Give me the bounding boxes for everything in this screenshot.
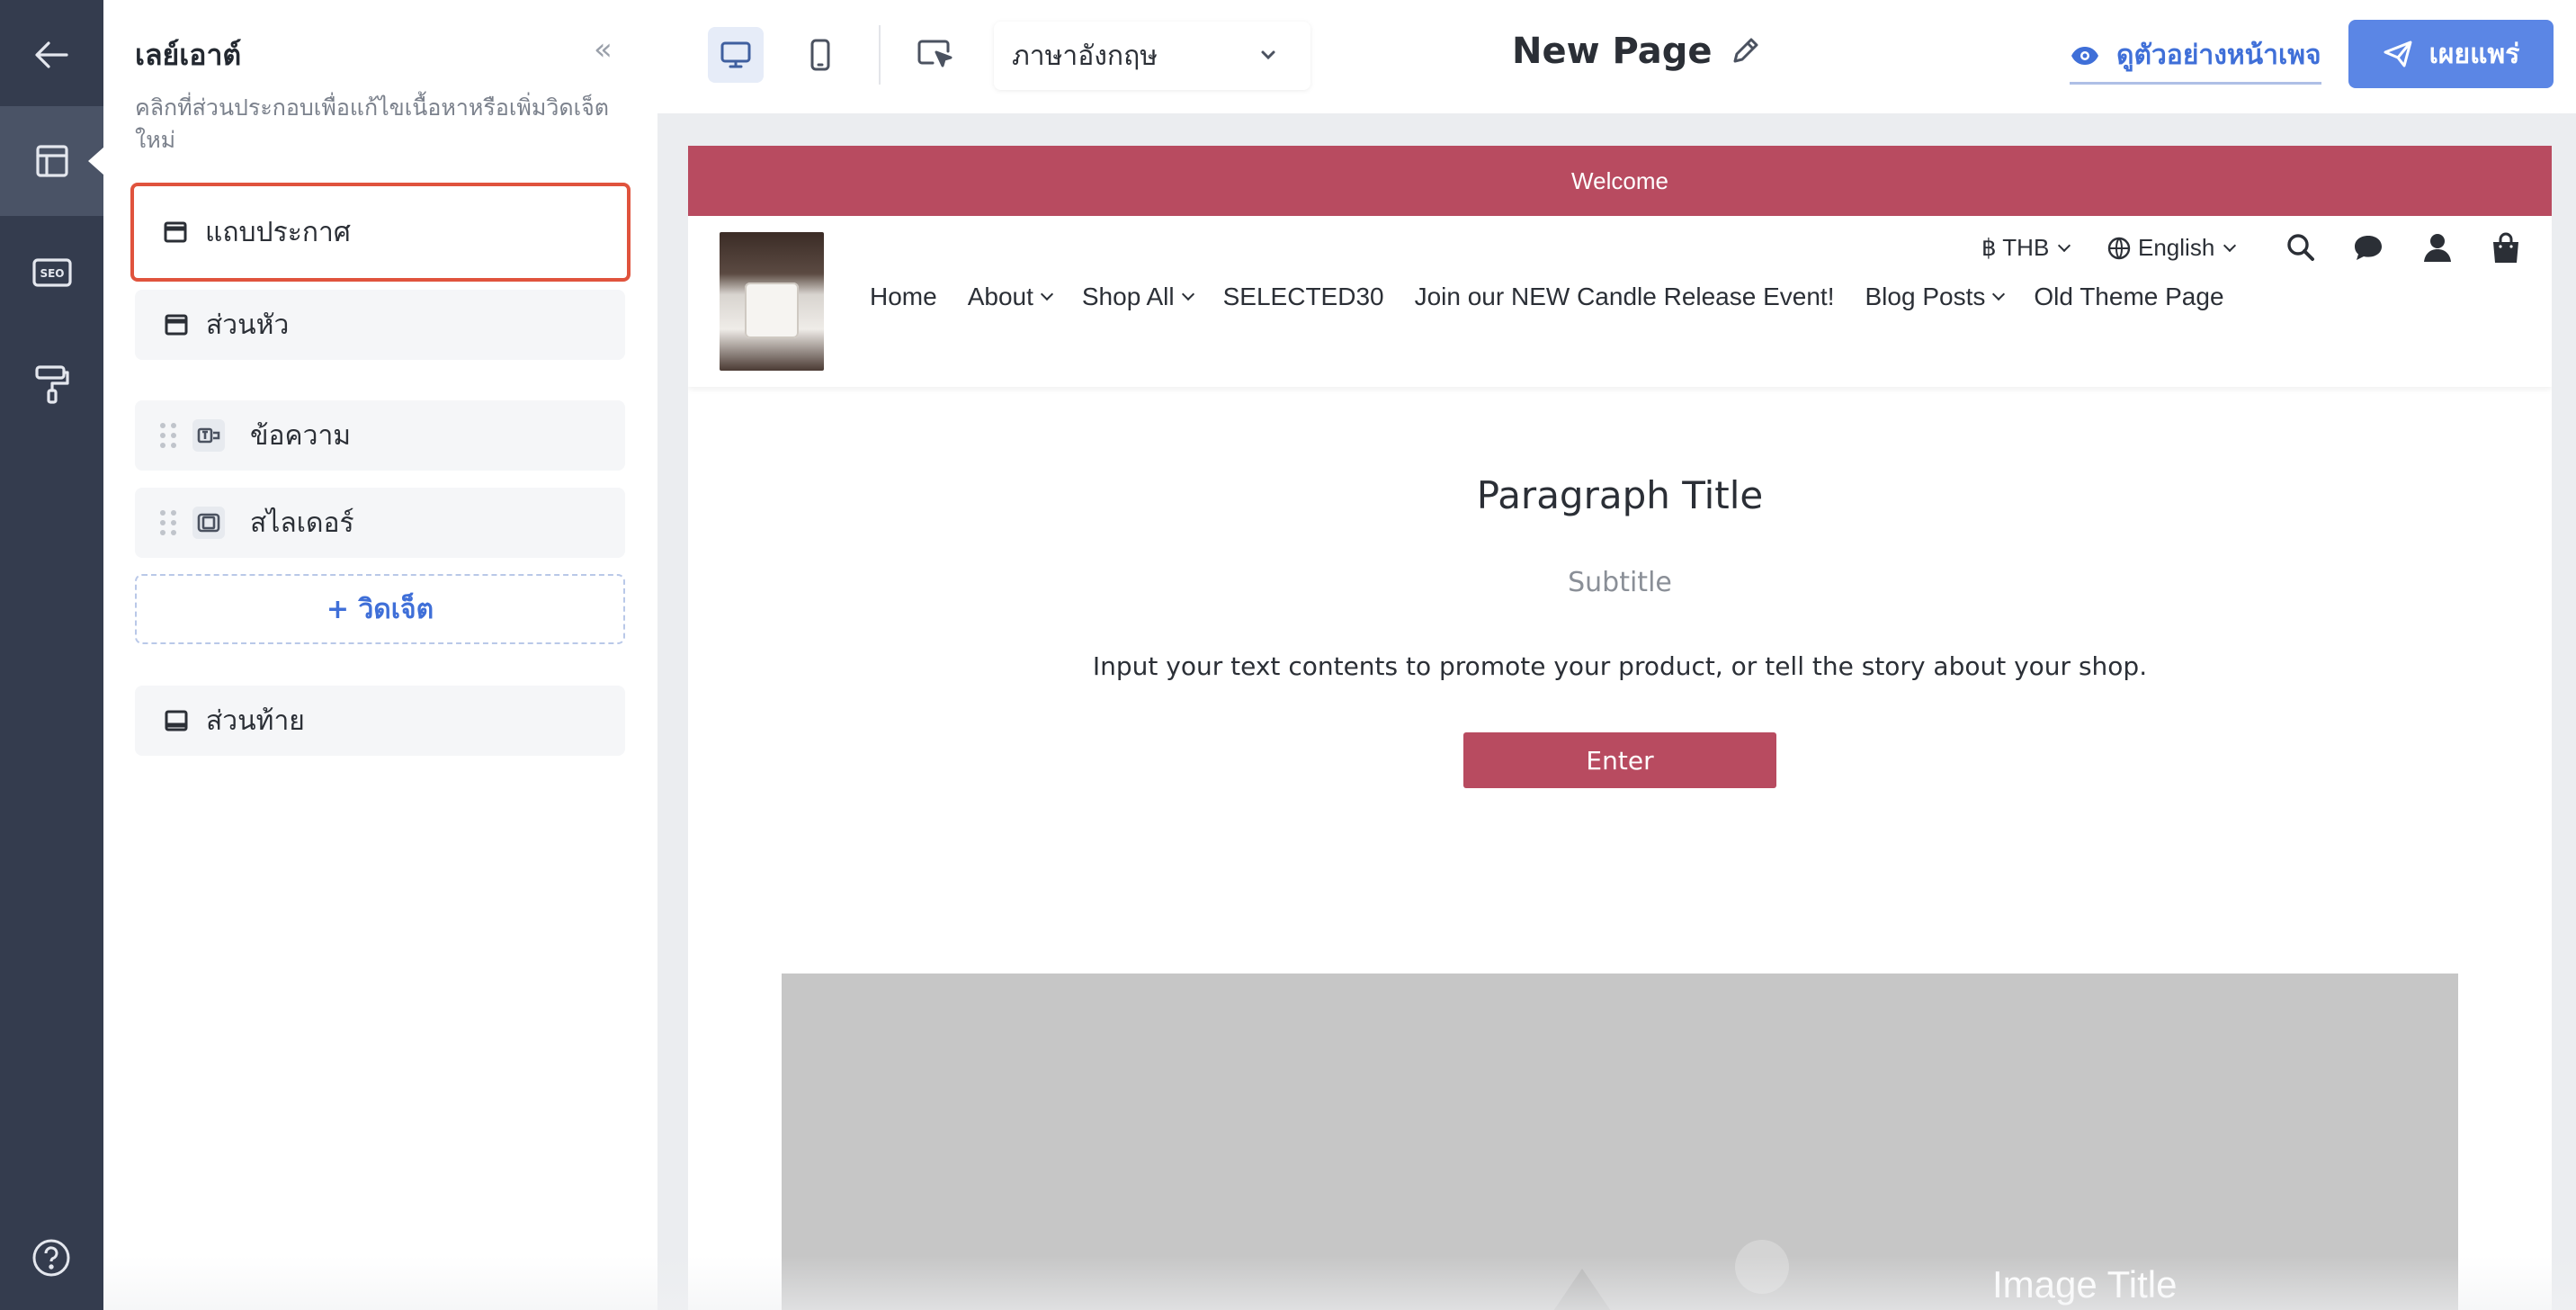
page-title[interactable]: New Page (1512, 31, 1762, 72)
section-label: ส่วนหัว (206, 309, 290, 341)
page-title-text: New Page (1512, 31, 1713, 72)
publish-button[interactable]: เผยแพร่ (2348, 20, 2554, 88)
help-circle-icon (32, 1239, 70, 1277)
main-navigation: Home About Shop All SELECTED30 Join our … (870, 283, 2224, 311)
widget-row-text[interactable]: ข้อความ (135, 400, 625, 471)
paint-roller-icon (34, 365, 69, 404)
select-element-button[interactable] (908, 27, 963, 83)
active-indicator (88, 147, 104, 175)
language-selector[interactable]: English (2107, 234, 2237, 262)
section-header[interactable]: ส่วนหัว (135, 290, 625, 360)
chevron-down-icon (1040, 287, 1053, 301)
top-toolbar: ภาษาอังกฤษ New Page ดูตัวอย่างหน้าเพจ เผ… (657, 0, 2576, 113)
seo-tab[interactable]: SEO (0, 218, 103, 328)
theme-tab[interactable] (0, 329, 103, 439)
section-announcement-bar[interactable]: แถบประกาศ (130, 183, 631, 282)
currency-label: ฿ THB (1981, 234, 2050, 261)
paragraph-subtitle[interactable]: Subtitle (688, 567, 2552, 598)
chevron-down-icon (1181, 287, 1194, 301)
text-widget-icon (192, 419, 225, 452)
nav-candle-event[interactable]: Join our NEW Candle Release Event! (1415, 283, 1835, 311)
paragraph-body[interactable]: Input your text contents to promote your… (688, 651, 2552, 681)
site-header[interactable]: ฿ THB English Home About Shop All SELECT… (688, 216, 2552, 387)
back-button[interactable] (0, 0, 103, 110)
eye-icon (2071, 46, 2098, 65)
section-label: ส่วนท้าย (206, 704, 305, 737)
left-rail: SEO (0, 0, 104, 1310)
back-arrow-icon (34, 41, 68, 68)
nav-about[interactable]: About (968, 283, 1053, 311)
cursor-select-icon (917, 40, 953, 67)
account-icon[interactable] (2422, 232, 2453, 266)
widget-label: ข้อความ (250, 419, 352, 452)
mobile-view-button[interactable] (792, 27, 848, 83)
chevron-down-icon (1992, 287, 2006, 301)
announcement-text: Welcome (1571, 166, 1668, 194)
nav-old-theme-page[interactable]: Old Theme Page (2034, 283, 2223, 311)
paragraph-title[interactable]: Paragraph Title (688, 473, 2552, 517)
layout-tab[interactable] (0, 106, 104, 216)
send-icon (2384, 40, 2412, 67)
desktop-view-button[interactable] (708, 27, 764, 83)
announcement-bar[interactable]: Welcome (688, 146, 2552, 216)
search-icon[interactable] (2285, 232, 2316, 266)
panel-description: คลิกที่ส่วนประกอบเพื่อแก้ไขเนื้อหาหรือเพ… (135, 94, 610, 153)
layout-icon (35, 145, 68, 177)
panel-title: เลย์เอาต์ (135, 38, 242, 72)
slider-widget-icon (192, 507, 225, 539)
slide-image-title: Image Title (1992, 1263, 2178, 1306)
layout-panel: เลย์เอาต์ « คลิกที่ส่วนประกอบเพื่อแก้ไขเ… (103, 0, 657, 1310)
chat-icon[interactable] (2352, 232, 2384, 266)
store-logo[interactable] (720, 232, 824, 371)
publish-label: เผยแพร่ (2428, 38, 2520, 70)
chevron-down-icon (2058, 238, 2071, 252)
section-footer[interactable]: ส่วนท้าย (135, 686, 625, 756)
language-select-value: ภาษาอังกฤษ (1012, 40, 1158, 72)
widget-row-slider[interactable]: สไลเดอร์ (135, 488, 625, 558)
globe-icon (2107, 237, 2131, 259)
help-button[interactable] (31, 1237, 72, 1279)
slider-widget[interactable]: Image Title (782, 974, 2458, 1310)
nav-selected30[interactable]: SELECTED30 (1223, 283, 1384, 311)
desktop-icon (720, 41, 751, 68)
seo-icon: SEO (31, 258, 72, 287)
preview-page-link[interactable]: ดูตัวอย่างหน้าเพจ (2070, 34, 2321, 85)
enter-button[interactable]: Enter (1463, 732, 1776, 788)
image-placeholder-mountain-icon (1552, 1269, 1613, 1310)
page-canvas[interactable]: Welcome ฿ THB English Home About Shop Al… (688, 146, 2552, 1310)
widget-label: สไลเดอร์ (250, 507, 354, 539)
section-icon (157, 221, 194, 243)
currency-selector[interactable]: ฿ THB (1981, 234, 2071, 262)
image-placeholder-sun-icon (1735, 1240, 1789, 1294)
section-icon (157, 314, 195, 336)
preview-label: ดูตัวอย่างหน้าเพจ (2116, 40, 2321, 71)
section-icon (157, 710, 195, 731)
chevron-down-icon (2223, 238, 2237, 252)
add-widget-button[interactable]: + วิดเจ็ต (135, 574, 625, 644)
cart-bag-icon[interactable] (2491, 232, 2521, 268)
drag-handle-icon[interactable] (160, 510, 178, 535)
mobile-icon (810, 39, 830, 71)
toolbar-divider (879, 25, 881, 85)
pencil-icon[interactable] (1728, 34, 1762, 68)
nav-blog-posts[interactable]: Blog Posts (1865, 283, 2006, 311)
language-select[interactable]: ภาษาอังกฤษ (994, 22, 1310, 90)
nav-shop-all[interactable]: Shop All (1082, 283, 1194, 311)
collapse-panel-button[interactable]: « (594, 34, 613, 65)
section-label: แถบประกาศ (205, 216, 351, 248)
nav-home[interactable]: Home (870, 283, 937, 311)
drag-handle-icon[interactable] (160, 423, 178, 448)
chevron-down-icon (1261, 50, 1275, 60)
svg-text:SEO: SEO (40, 267, 64, 280)
language-label: English (2138, 234, 2215, 261)
